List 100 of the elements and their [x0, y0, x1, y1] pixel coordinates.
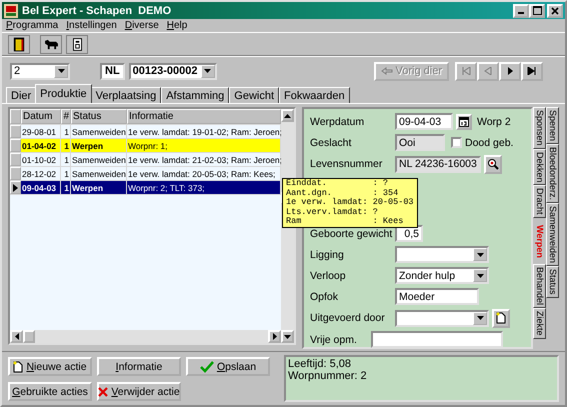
- column-header[interactable]: Status: [71, 109, 127, 124]
- group-dropdown[interactable]: 2: [10, 62, 70, 80]
- menu-item[interactable]: Diverse: [124, 20, 159, 31]
- window-title: Bel Expert - Schapen DEMO: [22, 4, 172, 16]
- app-icon: [4, 4, 18, 18]
- menu-item[interactable]: Instellingen: [66, 20, 117, 31]
- new-document-icon[interactable]: [492, 308, 510, 328]
- scroll-right-button[interactable]: [268, 330, 281, 343]
- action-button[interactable]: Nieuwe actie: [8, 357, 92, 376]
- scroll-left-button[interactable]: [10, 330, 23, 343]
- country-field[interactable]: NL: [100, 62, 125, 80]
- dropdown-arrow-icon: [476, 274, 484, 278]
- tab[interactable]: Fokwaarden: [279, 87, 350, 103]
- tooltip-line: Ram : Kees: [286, 217, 404, 226]
- field-label: Levensnummer: [310, 158, 384, 170]
- row-header[interactable]: [10, 181, 21, 194]
- maximize-button[interactable]: [529, 4, 545, 18]
- skip-first-icon: [461, 67, 471, 75]
- action-button[interactable]: Verwijder actie: [97, 382, 181, 401]
- side-tab[interactable]: Bloedonderz.: [546, 144, 559, 204]
- dropdown-arrow-icon: [476, 252, 484, 256]
- action-button[interactable]: Gebruikte acties: [8, 382, 92, 401]
- field-label: Vrije opm.: [310, 334, 358, 346]
- checkmark-icon: [200, 360, 214, 372]
- table-cell: 1: [61, 139, 71, 152]
- side-tab[interactable]: Samenweiden: [546, 203, 559, 266]
- animal-icon[interactable]: [40, 34, 62, 54]
- maximize-icon: [532, 6, 542, 15]
- tooltip-line: Einddat. : ?: [286, 179, 390, 188]
- tab[interactable]: Dier: [6, 87, 36, 103]
- menu-item[interactable]: Programma: [6, 20, 58, 31]
- table-cell: 01-04-02: [21, 139, 61, 152]
- close-button[interactable]: [547, 4, 563, 18]
- rearing-field[interactable]: Moeder: [395, 288, 479, 305]
- triangle-right-icon: [505, 67, 515, 75]
- table-cell: 1: [61, 167, 71, 180]
- scroll-down-button[interactable]: [281, 330, 294, 343]
- animal-number-dropdown[interactable]: 00123-00002: [128, 62, 217, 80]
- info-line: Worpnummer: 2: [288, 370, 368, 382]
- life-number-field: NL 24236-16003: [395, 156, 481, 172]
- side-tab[interactable]: Behandel: [533, 264, 546, 308]
- triangle-left-icon: [483, 67, 493, 75]
- table-cell: Werpen: [71, 139, 127, 152]
- new-document-icon: [13, 360, 24, 372]
- delete-icon: [98, 386, 108, 396]
- table-cell: Werpen: [71, 181, 127, 194]
- skip-last-icon: [527, 67, 537, 75]
- search-icon[interactable]: [484, 154, 502, 174]
- table-cell: 1: [61, 125, 71, 138]
- position-dropdown[interactable]: [395, 246, 489, 263]
- menu-item[interactable]: Help: [166, 20, 188, 31]
- tooltip-line: Aant.dgn. : 354: [286, 188, 400, 198]
- side-tab[interactable]: Spenen: [546, 107, 559, 144]
- dropdown-arrow-icon: [58, 69, 64, 73]
- table-cell: 09-04-03: [21, 181, 61, 194]
- litter-number: Worp 2: [477, 116, 511, 128]
- field-label: Opfok: [310, 290, 340, 302]
- action-button[interactable]: Opslaan: [186, 357, 270, 376]
- minimize-button[interactable]: [513, 4, 529, 18]
- scroll-up-button[interactable]: [281, 109, 294, 122]
- column-header[interactable]: #: [61, 109, 71, 124]
- action-button[interactable]: Informatie: [97, 357, 181, 376]
- tab[interactable]: Produktie: [35, 84, 92, 103]
- field-label: Geboorte gewicht: [310, 228, 392, 240]
- column-header[interactable]: Datum: [21, 109, 61, 124]
- sex-field: Ooi: [395, 134, 445, 151]
- tab[interactable]: Verplaatsing: [90, 87, 162, 103]
- triangle-left-icon: [14, 333, 18, 340]
- tab[interactable]: Gewicht: [229, 87, 280, 103]
- table-cell: 01-10-02: [21, 153, 61, 166]
- remarks-field[interactable]: [371, 331, 503, 348]
- side-tab[interactable]: Dracht: [533, 185, 546, 218]
- minimize-icon: [518, 12, 524, 14]
- side-tab[interactable]: Ziekte: [533, 308, 546, 339]
- triangle-right-icon: [272, 333, 276, 340]
- left-arrow-icon: [380, 67, 393, 75]
- side-tab[interactable]: Dekken: [533, 148, 546, 186]
- triangle-up-icon: [284, 114, 291, 118]
- dropdown-arrow-icon: [476, 316, 484, 320]
- next-record-button[interactable]: [499, 62, 521, 80]
- checkbox[interactable]: [451, 137, 462, 148]
- course-dropdown[interactable]: Zonder hulp: [395, 267, 489, 284]
- field-label: Verloop: [310, 270, 347, 282]
- table-cell: 28-12-02: [21, 167, 61, 180]
- date-field[interactable]: 09-04-03: [395, 113, 453, 130]
- last-record-button[interactable]: [521, 62, 543, 80]
- door-icon[interactable]: [8, 34, 30, 54]
- calendar-icon[interactable]: [456, 114, 472, 130]
- column-header[interactable]: Informatie: [127, 109, 281, 124]
- side-tab[interactable]: Sponsen: [533, 107, 546, 149]
- side-tab[interactable]: Status: [546, 266, 559, 298]
- field-label: Ligging: [310, 248, 345, 260]
- tab[interactable]: Afstamming: [161, 87, 230, 103]
- card-icon[interactable]: [66, 34, 88, 54]
- table-cell: Samenweiden: [71, 153, 127, 166]
- tooltip-line: Lts.verv.lamdat: ?: [286, 208, 379, 217]
- field-label: Werpdatum: [310, 116, 366, 128]
- table-cell: 1: [61, 181, 71, 194]
- scroll-thumb[interactable]: [23, 330, 35, 343]
- table-cell: Samenweiden: [71, 125, 127, 138]
